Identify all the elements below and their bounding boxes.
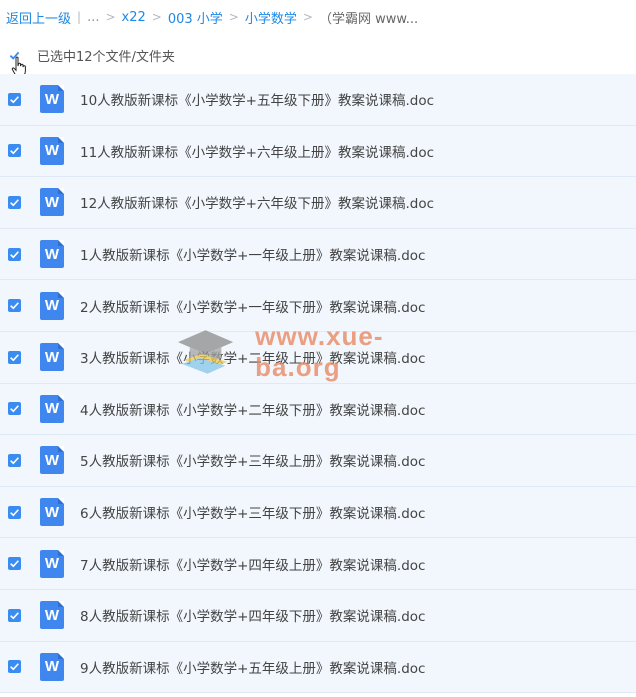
selection-bar: 已选中12个文件/文件夹 xyxy=(0,40,636,70)
file-row[interactable]: W 12人教版新课标《小学数学+六年级下册》教案说课稿.doc xyxy=(0,177,636,229)
check-icon xyxy=(10,457,19,465)
breadcrumb-current: （学霸网 www... xyxy=(318,11,419,27)
file-checkbox[interactable] xyxy=(8,195,21,209)
word-doc-icon: W xyxy=(40,240,64,269)
word-doc-icon-letter: W xyxy=(44,142,60,160)
file-name[interactable]: 4人教版新课标《小学数学+二年级下册》教案说课稿.doc xyxy=(80,399,425,419)
file-name[interactable]: 2人教版新课标《小学数学+一年级下册》教案说课稿.doc xyxy=(80,296,425,316)
word-doc-icon-letter: W xyxy=(44,90,60,108)
word-doc-icon-letter: W xyxy=(44,555,60,573)
word-doc-icon: W xyxy=(40,85,64,114)
file-row[interactable]: W 4人教版新课标《小学数学+二年级下册》教案说课稿.doc xyxy=(0,383,636,436)
file-name[interactable]: 9人教版新课标《小学数学+五年级上册》教案说课稿.doc xyxy=(80,657,425,677)
check-icon xyxy=(10,611,19,620)
file-row[interactable]: W 5人教版新课标《小学数学+三年级上册》教案说课稿.doc xyxy=(0,435,636,487)
word-doc-icon-letter: W xyxy=(44,245,60,263)
file-row[interactable]: W 6人教版新课标《小学数学+三年级下册》教案说课稿.doc xyxy=(0,486,636,539)
check-icon xyxy=(10,353,19,362)
word-doc-icon-letter: W xyxy=(44,348,60,366)
word-doc-icon-letter: W xyxy=(44,658,60,676)
check-icon xyxy=(10,302,19,310)
word-doc-icon-letter: W xyxy=(44,400,60,418)
file-name[interactable]: 8人教版新课标《小学数学+四年级下册》教案说课稿.doc xyxy=(80,605,425,625)
selection-count-text: 已选中12个文件/文件夹 xyxy=(37,49,175,65)
word-doc-icon: W xyxy=(40,498,64,527)
file-name[interactable]: 1人教版新课标《小学数学+一年级上册》教案说课稿.doc xyxy=(80,244,425,264)
file-checkbox[interactable] xyxy=(8,247,21,261)
word-doc-icon: W xyxy=(40,394,64,423)
file-checkbox[interactable] xyxy=(8,505,21,519)
word-doc-icon: W xyxy=(40,188,64,217)
file-checkbox[interactable] xyxy=(8,660,21,674)
file-row[interactable]: W 10人教版新课标《小学数学+五年级下册》教案说课稿.doc xyxy=(0,74,636,126)
word-doc-icon-letter: W xyxy=(44,451,60,469)
file-row[interactable]: W 7人教版新课标《小学数学+四年级上册》教案说课稿.doc xyxy=(0,538,636,590)
breadcrumb-item-x22[interactable]: x22 xyxy=(122,10,146,25)
chevron-right-icon: > xyxy=(228,10,239,24)
breadcrumb: 返回上一级 | ... > x22 > 003 小学 > 小学数学 > （学霸网… xyxy=(6,7,418,27)
chevron-right-icon: > xyxy=(302,10,313,24)
chevron-right-icon: > xyxy=(105,10,116,24)
word-doc-icon: W xyxy=(40,601,64,630)
file-name[interactable]: 7人教版新课标《小学数学+四年级上册》教案说课稿.doc xyxy=(80,554,425,574)
word-doc-icon-letter: W xyxy=(44,606,60,624)
file-checkbox[interactable] xyxy=(8,608,21,622)
file-row[interactable]: W 1人教版新课标《小学数学+一年级上册》教案说课稿.doc xyxy=(0,228,636,281)
check-icon xyxy=(10,95,19,104)
breadcrumb-item-primary-math[interactable]: 小学数学 xyxy=(245,8,297,27)
file-row[interactable]: W 3人教版新课标《小学数学+二年级上册》教案说课稿.doc xyxy=(0,331,636,384)
word-doc-icon-letter: W xyxy=(44,193,60,211)
file-name[interactable]: 6人教版新课标《小学数学+三年级下册》教案说课稿.doc xyxy=(80,502,425,522)
breadcrumb-item-primary-school[interactable]: 003 小学 xyxy=(168,8,223,27)
file-row[interactable]: W 11人教版新课标《小学数学+六年级上册》教案说课稿.doc xyxy=(0,125,636,178)
file-name[interactable]: 11人教版新课标《小学数学+六年级上册》教案说课稿.doc xyxy=(80,141,434,161)
file-row[interactable]: W 8人教版新课标《小学数学+四年级下册》教案说课稿.doc xyxy=(0,589,636,642)
file-checkbox[interactable] xyxy=(8,299,21,313)
file-list: W 10人教版新课标《小学数学+五年级下册》教案说课稿.doc W 11人教版新课标《… xyxy=(0,74,636,694)
breadcrumb-ellipsis[interactable]: ... xyxy=(87,10,99,25)
check-icon xyxy=(10,508,19,516)
check-icon xyxy=(10,663,19,671)
file-name[interactable]: 5人教版新课标《小学数学+三年级上册》教案说课稿.doc xyxy=(80,450,425,470)
file-row[interactable]: W 9人教版新课标《小学数学+五年级上册》教案说课稿.doc xyxy=(0,641,636,694)
file-checkbox[interactable] xyxy=(8,144,21,158)
check-icon xyxy=(10,560,19,568)
check-icon xyxy=(10,405,19,413)
file-name[interactable]: 10人教版新课标《小学数学+五年级下册》教案说课稿.doc xyxy=(80,89,434,109)
file-row[interactable]: W 2人教版新课标《小学数学+一年级下册》教案说课稿.doc xyxy=(0,280,636,332)
file-checkbox[interactable] xyxy=(8,402,21,416)
check-icon xyxy=(10,147,19,155)
file-checkbox[interactable] xyxy=(8,92,21,106)
file-checkbox[interactable] xyxy=(8,557,21,571)
back-link[interactable]: 返回上一级 xyxy=(6,8,71,27)
file-checkbox[interactable] xyxy=(8,350,21,364)
breadcrumb-separator: | xyxy=(77,10,82,24)
check-icon xyxy=(10,199,19,207)
word-doc-icon: W xyxy=(40,446,64,475)
check-icon xyxy=(10,250,19,259)
file-name[interactable]: 12人教版新课标《小学数学+六年级下册》教案说课稿.doc xyxy=(80,192,434,212)
word-doc-icon: W xyxy=(40,291,64,320)
chevron-right-icon: > xyxy=(151,10,162,24)
word-doc-icon-letter: W xyxy=(44,503,60,521)
word-doc-icon: W xyxy=(40,652,64,681)
word-doc-icon: W xyxy=(40,343,64,372)
file-name[interactable]: 3人教版新课标《小学数学+二年级上册》教案说课稿.doc xyxy=(80,347,425,367)
word-doc-icon-letter: W xyxy=(44,297,60,315)
word-doc-icon: W xyxy=(40,549,64,578)
file-checkbox[interactable] xyxy=(8,453,21,467)
word-doc-icon: W xyxy=(40,136,64,165)
